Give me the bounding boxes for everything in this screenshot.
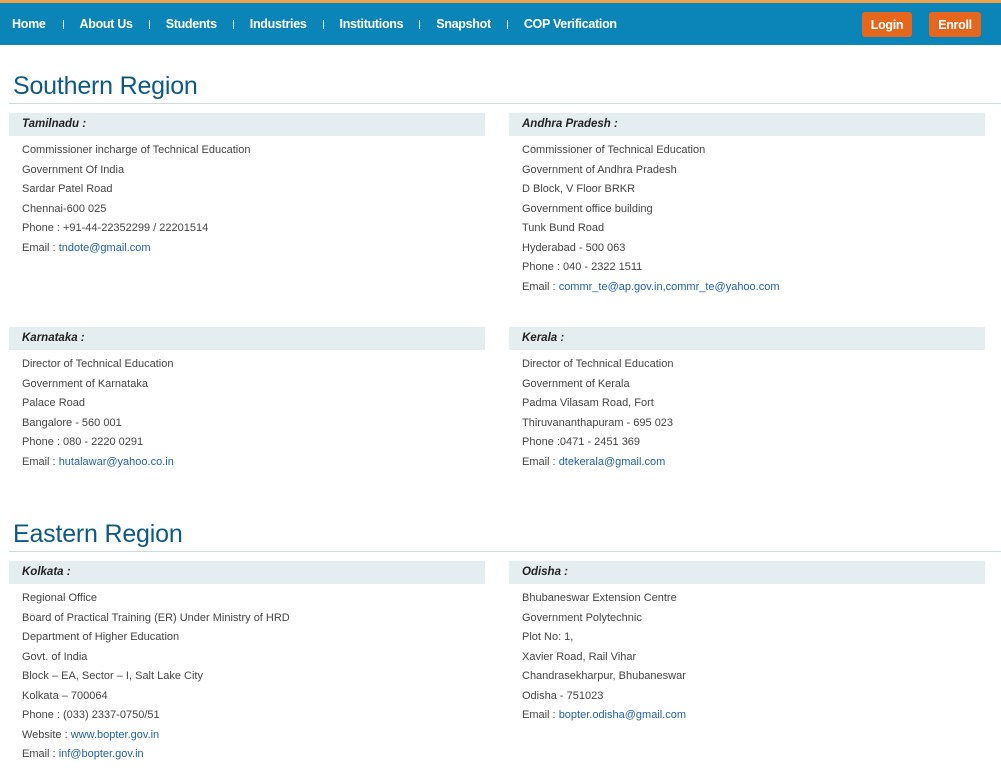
nav-cop-verification[interactable]: COP Verification (524, 17, 617, 31)
address-line: Xavier Road, Rail Vihar (522, 650, 637, 663)
address-line: Hyderabad - 500 063 (522, 241, 626, 254)
email-link[interactable]: bopter.odisha@gmail.com (559, 709, 686, 721)
contact-card-odisha: Odisha : Bhubaneswar Extension Centre Go… (509, 561, 985, 726)
address-line: Commissioner of Technical Education (522, 144, 706, 156)
card-heading: Odisha : (509, 561, 985, 584)
address-line: Commissioner incharge of Technical Educa… (22, 144, 251, 156)
contact-card-andhra-pradesh: Andhra Pradesh : Commissioner of Technic… (509, 113, 985, 297)
address-line: Chandrasekharpur, Bhubaneswar (522, 670, 686, 682)
address-line: Director of Technical Education (22, 358, 174, 370)
email-label: Email : (22, 748, 59, 760)
phone-line: Phone : 040 - 2322 1511 (522, 261, 643, 273)
card-heading: Kolkata : (9, 561, 485, 584)
address-line: Sardar Patel Road (22, 183, 113, 195)
card-heading: Tamilnadu : (9, 113, 485, 136)
phone-line: Phone : (033) 2337-0750/51 (22, 709, 160, 721)
nav-separator (506, 19, 508, 29)
nav-separator (419, 19, 421, 29)
address-line: Padma Vilasam Road, Fort (522, 397, 654, 409)
address-line: Chennai-600 025 (22, 202, 107, 215)
nav-snapshot[interactable]: Snapshot (436, 17, 491, 31)
website-link[interactable]: www.bopter.gov.in (71, 729, 159, 741)
nav-students[interactable]: Students (166, 17, 217, 31)
phone-line: Phone : 080 - 2220 0291 (22, 436, 144, 448)
nav-industries[interactable]: Industries (250, 17, 307, 31)
nav-separator (322, 19, 324, 29)
address-line: Tunk Bund Road (522, 222, 605, 234)
address-line: Kolkata – 700064 (22, 689, 108, 702)
login-button[interactable]: Login (862, 12, 912, 37)
address-line: Bhubaneswar Extension Centre (522, 592, 677, 604)
address-line: Govt. of India (22, 650, 88, 663)
address-line: Government office building (522, 202, 653, 215)
nav-about-us[interactable]: About Us (80, 17, 133, 31)
address-line: Government of Karnataka (22, 377, 148, 390)
address-line: Thiruvananthapuram - 695 023 (522, 416, 674, 429)
main-nav: Home About Us Students Industries Instit… (12, 3, 617, 45)
address-line: Government of Kerala (522, 377, 630, 390)
address-line: D Block, V Floor BRKR (522, 183, 636, 195)
email-line: Email : hutalawar@yahoo.co.in (22, 453, 485, 473)
email-line: Email : bopter.odisha@gmail.com (522, 706, 985, 726)
region-title-eastern: Eastern Region (13, 520, 183, 548)
email-line: Email : inf@bopter.gov.in (22, 745, 485, 765)
nav-home[interactable]: Home (12, 17, 46, 31)
address-line: Odisha - 751023 (522, 689, 604, 702)
email-link[interactable]: hutalawar@yahoo.co.in (59, 456, 174, 468)
address-line: Government Polytechnic (522, 611, 642, 624)
contact-card-kerala: Kerala : Director of Technical Education… (509, 327, 985, 472)
card-heading: Kerala : (509, 327, 985, 350)
email-label: Email : (522, 455, 559, 468)
email-label: Email : (22, 241, 59, 254)
address-line: Regional Office (22, 592, 98, 604)
address-line: Director of Technical Education (522, 358, 674, 370)
nav-separator (232, 19, 234, 29)
email-link[interactable]: tndote@gmail.com (59, 242, 151, 254)
region-divider (9, 103, 1001, 104)
address-line: Government of Andhra Pradesh (522, 163, 677, 176)
website-label: Website : (22, 728, 71, 741)
address-line: Palace Road (22, 397, 85, 409)
email-link[interactable]: commr_te@ap.gov.in,commr_te@yahoo.com (559, 281, 780, 293)
top-navigation-bar: Home About Us Students Industries Instit… (0, 0, 1001, 45)
address-line: Board of Practical Training (ER) Under M… (22, 611, 290, 624)
email-label: Email : (522, 709, 559, 721)
region-divider (9, 551, 1001, 552)
address-line: Bangalore - 560 001 (22, 416, 122, 429)
email-link[interactable]: inf@bopter.gov.in (59, 748, 144, 760)
address-line: Department of Higher Education (22, 631, 180, 643)
email-label: Email : (522, 280, 559, 293)
email-line: Email : tndote@gmail.com (22, 239, 485, 259)
email-link[interactable]: dtekerala@gmail.com (559, 456, 666, 468)
contact-card-karnataka: Karnataka : Director of Technical Educat… (9, 327, 485, 472)
contact-card-tamilnadu: Tamilnadu : Commissioner incharge of Tec… (9, 113, 485, 258)
address-line: Plot No: 1, (522, 631, 574, 643)
card-heading: Andhra Pradesh : (509, 113, 985, 136)
address-line: Government Of India (22, 163, 125, 176)
email-line: Email : commr_te@ap.gov.in,commr_te@yaho… (522, 278, 985, 298)
card-heading: Karnataka : (9, 327, 485, 350)
nav-institutions[interactable]: Institutions (340, 17, 404, 31)
email-label: Email : (22, 455, 59, 468)
nav-separator (62, 19, 64, 29)
address-line: Block – EA, Sector – I, Salt Lake City (22, 670, 203, 682)
contact-card-kolkata: Kolkata : Regional Office Board of Pract… (9, 561, 485, 765)
region-title-southern: Southern Region (13, 72, 198, 100)
email-line: Email : dtekerala@gmail.com (522, 453, 985, 473)
phone-line: Phone : +91-44-22352299 / 22201514 (22, 222, 209, 234)
nav-separator (148, 19, 150, 29)
phone-line: Phone :0471 - 2451 369 (522, 436, 641, 448)
enroll-button[interactable]: Enroll (929, 12, 981, 37)
website-line: Website : www.bopter.gov.in (22, 726, 485, 746)
